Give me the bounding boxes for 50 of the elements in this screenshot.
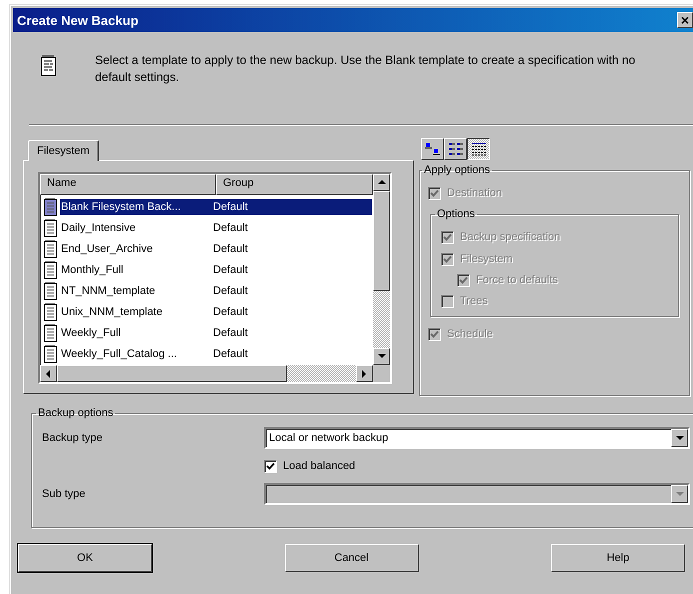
window-title: Create New Backup	[17, 12, 138, 28]
document-icon	[44, 198, 58, 216]
close-button[interactable]: ×	[677, 12, 693, 28]
field-label: Sub type	[42, 488, 86, 500]
document-icon	[44, 218, 58, 236]
list-row[interactable]: Daily_Intensive Default	[60, 220, 372, 236]
group-title: Backup options	[37, 407, 114, 419]
document-icon	[41, 55, 57, 77]
up-arrow-icon	[378, 180, 386, 185]
view-button[interactable]	[467, 138, 490, 160]
instruction-text: Select a template to apply to the new backup. Use the Blank template to create a specification with no default settings.	[95, 52, 636, 86]
dialog-button[interactable]: Cancel	[284, 544, 418, 572]
list-row[interactable]: Weekly_Full Default	[60, 324, 372, 340]
column-header[interactable]: Group	[216, 174, 373, 195]
checkmark-icon	[430, 330, 439, 338]
down-arrow-icon	[378, 354, 386, 359]
dialog-button[interactable]: OK	[18, 544, 152, 572]
dialog-button[interactable]: Help	[551, 544, 685, 572]
list-row[interactable]: Unix_NNM_template Default	[60, 304, 372, 320]
document-icon	[44, 282, 58, 300]
horizontal-scrollbar[interactable]	[40, 365, 373, 382]
checkmark-icon	[443, 232, 452, 242]
list-row[interactable]: Monthly_Full Default	[60, 262, 372, 278]
large-icons-icon	[424, 142, 440, 156]
document-icon	[44, 240, 58, 258]
field-label: Backup type	[42, 432, 104, 444]
checkmark-icon	[430, 188, 439, 198]
tab[interactable]: Filesystem	[28, 140, 99, 161]
left-arrow-icon	[46, 370, 51, 378]
details-view-icon	[470, 142, 486, 156]
checkmark-icon	[266, 462, 275, 470]
checkmark-icon	[459, 276, 468, 284]
right-arrow-icon	[362, 370, 367, 378]
document-icon	[44, 344, 58, 362]
list-row[interactable]: NT_NNM_template Default	[60, 282, 372, 298]
list-row[interactable]: Blank Filesystem Back... Default	[60, 198, 372, 214]
checkbox[interactable]: Load balanced	[264, 455, 356, 477]
list-view-icon	[448, 142, 464, 156]
document-icon	[44, 324, 58, 342]
down-arrow-icon	[676, 492, 684, 496]
group-title: Options	[436, 208, 476, 220]
document-icon	[44, 260, 58, 278]
checkmark-icon	[443, 254, 452, 264]
document-icon	[44, 302, 58, 320]
column-header[interactable]: Name	[40, 174, 216, 195]
backup-type-dropdown[interactable]: Local or network backup	[264, 427, 690, 449]
group-title: Apply options	[423, 164, 492, 176]
list-row[interactable]: Weekly_Full_Catalog ... Default	[60, 346, 372, 362]
down-arrow-icon	[676, 436, 684, 440]
list-row[interactable]: End_User_Archive Default	[60, 240, 372, 256]
